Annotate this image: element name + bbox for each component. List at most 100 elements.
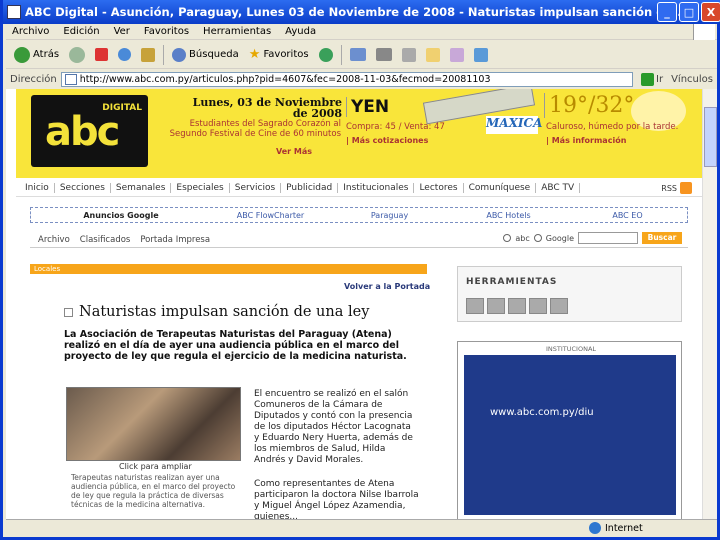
- refresh-button[interactable]: [116, 48, 133, 61]
- search-submit-button[interactable]: Buscar: [642, 232, 682, 244]
- star-icon: ★: [248, 47, 261, 62]
- close-button[interactable]: X: [701, 2, 720, 22]
- nav-item-servicios[interactable]: Servicios: [230, 182, 282, 193]
- nav-item-secciones[interactable]: Secciones: [55, 182, 111, 193]
- home-button[interactable]: [139, 47, 157, 62]
- ie-icon: [7, 5, 21, 19]
- edit-button[interactable]: [400, 47, 418, 62]
- back-arrow-icon: [14, 46, 30, 63]
- more-info-link[interactable]: | Más información: [546, 136, 626, 145]
- maxica-logo[interactable]: MAXICA: [486, 116, 542, 134]
- minimize-button[interactable]: _: [657, 2, 677, 22]
- radio-google[interactable]: [533, 234, 542, 242]
- home-icon: [141, 47, 156, 62]
- maximize-button[interactable]: □: [679, 2, 699, 22]
- rss-link[interactable]: RSS: [661, 182, 692, 194]
- page-content: DIGITAL abc Lunes, 03 de Noviembre de 20…: [6, 89, 702, 519]
- messenger-icon: [473, 47, 488, 62]
- toolbar-separator: [340, 44, 342, 65]
- search-button[interactable]: Búsqueda: [170, 47, 241, 62]
- main-nav: Inicio Secciones Semanales Especiales Se…: [16, 179, 702, 197]
- subnav-portada[interactable]: Portada Impresa: [140, 235, 210, 245]
- institutional-label: INSTITUCIONAL: [546, 345, 597, 353]
- site-search: abc Google Buscar: [503, 232, 682, 244]
- refresh-icon: [118, 48, 132, 61]
- more-quotes-link[interactable]: | Más cotizaciones: [346, 136, 428, 145]
- title-bar: ABC Digital - Asunción, Paraguay, Lunes …: [3, 0, 720, 24]
- nav-item-abc-tv[interactable]: ABC TV: [536, 182, 581, 193]
- messenger-button[interactable]: [472, 47, 490, 62]
- header-news-link[interactable]: Estudiantes del Sagrado Corazón al Segun…: [161, 119, 341, 139]
- page-icon: [64, 73, 77, 85]
- photo-description: Terapeutas naturistas realizan ayer una …: [71, 473, 236, 509]
- window-title: ABC Digital - Asunción, Paraguay, Lunes …: [25, 5, 691, 19]
- back-to-home-link[interactable]: Volver a la Portada: [344, 282, 430, 291]
- nav-item-especiales[interactable]: Especiales: [171, 182, 230, 193]
- discuss-button[interactable]: [424, 47, 442, 62]
- forward-button[interactable]: [67, 46, 87, 63]
- nav-item-comuniquese[interactable]: Comuníquese: [464, 182, 537, 193]
- abc-logo[interactable]: DIGITAL abc: [31, 95, 148, 167]
- article-photo[interactable]: [66, 387, 241, 461]
- institutional-ad[interactable]: www.abc.com.py/diu: [464, 355, 676, 515]
- search-input[interactable]: [578, 232, 638, 244]
- address-bar: Dirección http://www.abc.com.py/articulo…: [6, 70, 717, 88]
- article-headline: Naturistas impulsan sanción de una ley: [64, 304, 369, 320]
- menu-edit[interactable]: Edición: [63, 26, 99, 37]
- search-icon: [172, 47, 187, 62]
- ad-link[interactable]: ABC FlowCharter: [211, 211, 330, 220]
- scroll-thumb[interactable]: [704, 107, 717, 167]
- article-lead: La Asociación de Terapeutas Naturistas d…: [64, 329, 407, 362]
- favorites-button[interactable]: ★ Favoritos: [247, 47, 311, 62]
- photo-caption[interactable]: Click para ampliar: [119, 462, 192, 471]
- radio-abc[interactable]: [503, 234, 512, 242]
- comment-icon[interactable]: [550, 298, 568, 314]
- ad-link[interactable]: ABC Hotels: [449, 211, 568, 220]
- menu-help[interactable]: Ayuda: [285, 26, 316, 37]
- weather-summary: Caluroso, húmedo por la tarde.: [546, 122, 679, 132]
- sub-nav: Archivo Clasificados Portada Impresa abc…: [30, 232, 688, 248]
- menu-view[interactable]: Ver: [114, 26, 130, 37]
- print-button[interactable]: [374, 48, 394, 61]
- expand-box-icon[interactable]: [64, 307, 73, 317]
- menu-tools[interactable]: Herramientas: [203, 26, 271, 37]
- print-icon[interactable]: [508, 298, 526, 314]
- site-header: DIGITAL abc Lunes, 03 de Noviembre de 20…: [16, 89, 702, 178]
- subnav-clasificados[interactable]: Clasificados: [80, 235, 131, 245]
- go-button[interactable]: Ir: [637, 72, 667, 86]
- edit-icon: [401, 47, 416, 62]
- vertical-scrollbar[interactable]: [702, 89, 717, 519]
- forward-arrow-icon: [69, 46, 86, 63]
- nav-item-lectores[interactable]: Lectores: [414, 182, 464, 193]
- mail-button[interactable]: [348, 48, 368, 61]
- research-button[interactable]: [448, 47, 466, 62]
- back-button[interactable]: Atrás: [12, 46, 61, 63]
- nav-item-semanales[interactable]: Semanales: [111, 182, 172, 193]
- nav-item-institucionales[interactable]: Institucionales: [338, 182, 415, 193]
- menu-file[interactable]: Archivo: [12, 26, 49, 37]
- text-size-icon[interactable]: [466, 298, 484, 314]
- discuss-icon: [425, 47, 440, 62]
- currency-name: YEN: [346, 97, 389, 117]
- history-icon: [318, 47, 333, 62]
- address-input[interactable]: http://www.abc.com.py/articulos.php?pid=…: [60, 71, 634, 87]
- globe-icon: [589, 522, 601, 534]
- font-icon[interactable]: [487, 298, 505, 314]
- institutional-box: INSTITUCIONAL www.abc.com.py/diu: [457, 341, 682, 519]
- menu-favorites[interactable]: Favoritos: [144, 26, 189, 37]
- rss-icon: [680, 182, 692, 194]
- ver-mas-link[interactable]: Ver Más: [276, 147, 312, 156]
- address-label: Dirección: [10, 73, 57, 85]
- status-bar: Internet: [6, 519, 717, 537]
- links-button[interactable]: Vínculos: [671, 74, 717, 85]
- history-button[interactable]: [317, 47, 335, 62]
- stop-button[interactable]: [93, 48, 110, 61]
- email-icon[interactable]: [529, 298, 547, 314]
- nav-item-publicidad[interactable]: Publicidad: [281, 182, 339, 193]
- tools-title: HERRAMIENTAS: [466, 277, 558, 287]
- ad-link[interactable]: ABC EO: [568, 211, 687, 220]
- nav-item-inicio[interactable]: Inicio: [20, 182, 55, 193]
- subnav-archivo[interactable]: Archivo: [38, 235, 70, 245]
- temperature: 19°/32°: [544, 93, 634, 118]
- ad-link[interactable]: Paraguay: [330, 211, 449, 220]
